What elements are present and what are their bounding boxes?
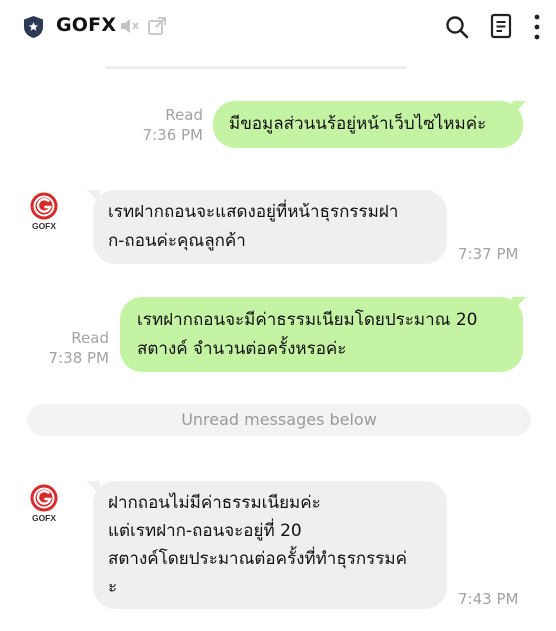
message-text: มีขอมูลส่วนนร้อยู่หน้าเว็บไซไหมค่ะ — [229, 114, 487, 134]
message-time: 7:36 PM — [142, 126, 203, 144]
popout-icon[interactable] — [147, 16, 167, 36]
bubble-tail — [86, 481, 100, 494]
message-text: ะ — [108, 577, 118, 597]
message-bubble-incoming[interactable]: เรทฝากถอนจะแสดงอยู่ที่หน้าธุรกรรมฝา ก-ถอ… — [93, 190, 447, 264]
chat-title[interactable]: GOFX — [56, 14, 116, 36]
message-bubble-incoming[interactable]: ฝากถอนไม่มีค่าธรรมเนียมค่ะ แต่เรทฝาก-ถอน… — [93, 481, 447, 609]
chat-header: GOFX — [0, 0, 556, 54]
message-text: แต่เรทฝาก-ถอนจะอยู่ที่ 20 — [108, 521, 302, 541]
message-text: ก-ถอนค่ะคุณลูกค้า — [108, 231, 246, 251]
message-time: 7:37 PM — [458, 245, 519, 263]
message-meta: Read 7:36 PM — [140, 105, 203, 145]
message-text: เรทฝากถอนจะมีค่าธรรมเนียมโดยประมาณ 20 — [137, 310, 478, 330]
message-time: 7:43 PM — [458, 590, 519, 608]
bubble-tail — [86, 190, 100, 203]
message-bubble-outgoing[interactable]: เรทฝากถอนจะมีค่าธรรมเนียมโดยประมาณ 20 สต… — [120, 297, 523, 372]
avatar-label: GOFX — [32, 221, 56, 231]
message-bubble-outgoing[interactable]: มีขอมูลส่วนนร้อยู่หน้าเว็บไซไหมค่ะ — [213, 101, 523, 148]
unread-messages-banner: Unread messages below — [27, 404, 531, 436]
notes-icon[interactable] — [489, 13, 513, 39]
read-status: Read — [71, 329, 109, 347]
bubble-tail — [512, 101, 526, 114]
message-meta: Read 7:38 PM — [46, 328, 109, 368]
bubble-tail — [512, 297, 526, 310]
read-status: Read — [165, 106, 203, 124]
avatar-label: GOFX — [32, 513, 56, 523]
more-vertical-icon[interactable] — [532, 13, 542, 41]
shield-star-icon — [24, 16, 43, 38]
message-time: 7:38 PM — [48, 349, 109, 367]
speaker-muted-icon[interactable] — [119, 17, 139, 35]
message-text: สตางค์ จำนวนต่อครั้งหรอค่ะ — [137, 339, 347, 359]
top-divider — [105, 66, 407, 69]
gofx-avatar[interactable]: GOFX — [28, 483, 60, 523]
message-text: สตางค์โดยประมาณต่อครั้งที่ทำธุรกรรมค่ — [108, 549, 407, 569]
search-icon[interactable] — [444, 14, 470, 40]
message-text: ฝากถอนไม่มีค่าธรรมเนียมค่ะ — [108, 493, 321, 513]
gofx-avatar[interactable]: GOFX — [28, 191, 60, 231]
message-text: เรทฝากถอนจะแสดงอยู่ที่หน้าธุรกรรมฝา — [108, 202, 399, 222]
chat-window: GOFX Read 7:36 PM มีขอมูลส่วนนร้อยู่หน้า… — [0, 0, 556, 631]
